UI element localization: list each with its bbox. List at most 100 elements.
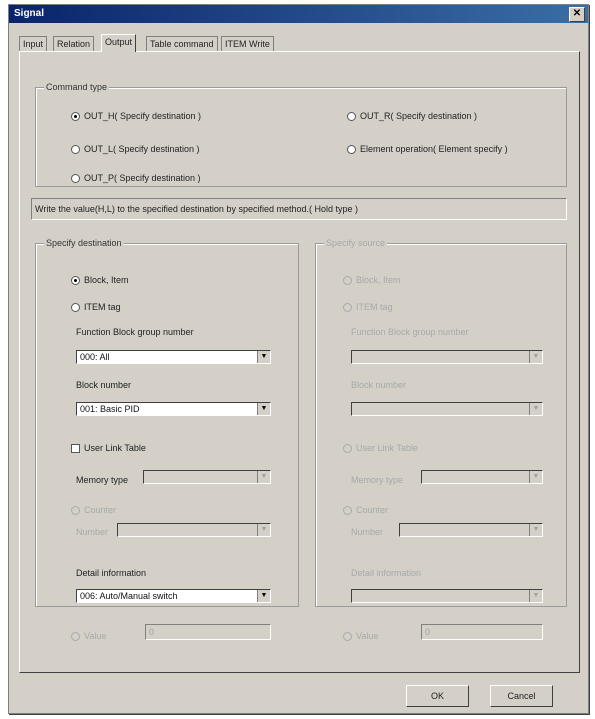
block-number-label: Block number [76, 380, 132, 390]
radio-icon [71, 174, 80, 184]
src-number-select[interactable]: ▼ [399, 523, 543, 537]
radio-item-tag[interactable]: ITEM tag [71, 302, 121, 313]
src-block-number-label: Block number [351, 380, 407, 390]
radio-out-r[interactable]: OUT_R( Specify destination ) [347, 111, 478, 122]
radio-selected-icon [71, 112, 80, 122]
specify-source-group: Specify source [315, 238, 567, 607]
detail-info-value: 006: Auto/Manual switch [80, 591, 178, 601]
specify-source-label: Specify source [324, 238, 388, 248]
radio-icon [343, 506, 352, 516]
radio-element-operation[interactable]: Element operation( Element specify ) [347, 144, 508, 155]
chevron-down-icon[interactable]: ▼ [529, 590, 542, 602]
radio-icon [71, 632, 80, 642]
radio-block-item[interactable]: Block, Item [71, 275, 129, 286]
checkbox-icon [71, 444, 80, 454]
src-detail-select[interactable]: ▼ [351, 589, 543, 603]
src-memory-type-label: Memory type [351, 475, 404, 485]
src-radio-counter[interactable]: Counter [343, 505, 389, 516]
command-type-label: Command type [44, 82, 110, 92]
chevron-down-icon[interactable]: ▼ [257, 403, 270, 415]
src-radio-value[interactable]: Value [343, 631, 379, 642]
chevron-down-icon[interactable]: ▼ [257, 471, 270, 483]
fb-group-label: Function Block group number [76, 327, 194, 337]
radio-icon [347, 112, 356, 122]
radio-out-l-label: OUT_L( Specify destination ) [84, 144, 200, 154]
src-value-label: Value [356, 631, 379, 641]
chevron-down-icon[interactable]: ▼ [529, 471, 542, 483]
tab-item-write[interactable]: ITEM Write [221, 36, 274, 51]
radio-out-h[interactable]: OUT_H( Specify destination ) [71, 111, 202, 122]
tab-relation[interactable]: Relation [53, 36, 95, 51]
radio-out-p[interactable]: OUT_P( Specify destination ) [71, 173, 201, 184]
src-memory-type-select[interactable]: ▼ [421, 470, 543, 484]
src-user-link-table-label: User Link Table [356, 443, 418, 453]
command-description-box: Write the value(H,L) to the specified de… [31, 198, 567, 220]
close-icon[interactable]: ✕ [569, 7, 585, 22]
chevron-down-icon[interactable]: ▼ [257, 524, 270, 536]
radio-counter[interactable]: Counter [71, 505, 117, 516]
block-number-value: 001: Basic PID [80, 404, 140, 414]
user-link-table-checkbox[interactable]: User Link Table [71, 443, 146, 454]
ok-button[interactable]: OK [406, 685, 469, 707]
src-counter-label: Counter [356, 505, 389, 515]
src-number-label: Number [351, 527, 384, 537]
radio-value-label: Value [84, 631, 107, 641]
src-block-number-select[interactable]: ▼ [351, 402, 543, 416]
chevron-down-icon[interactable]: ▼ [257, 590, 270, 602]
chevron-down-icon[interactable]: ▼ [529, 403, 542, 415]
radio-element-operation-label: Element operation( Element specify ) [360, 144, 508, 154]
fb-group-select[interactable]: 000: All ▼ [76, 350, 271, 364]
src-value-input[interactable]: 0 [421, 624, 543, 640]
src-radio-block-item[interactable]: Block, Item [343, 275, 401, 286]
radio-item-tag-label: ITEM tag [84, 302, 121, 312]
src-fb-group-select[interactable]: ▼ [351, 350, 543, 364]
chevron-down-icon[interactable]: ▼ [257, 351, 270, 363]
block-number-select[interactable]: 001: Basic PID ▼ [76, 402, 271, 416]
radio-icon [71, 145, 80, 155]
tab-table-command[interactable]: Table command [146, 36, 218, 51]
number-select[interactable]: ▼ [117, 523, 271, 537]
src-block-item-label: Block, Item [356, 275, 401, 285]
radio-icon [343, 632, 352, 642]
memory-type-select[interactable]: ▼ [143, 470, 271, 484]
radio-value[interactable]: Value [71, 631, 107, 642]
radio-icon [343, 444, 352, 454]
radio-counter-label: Counter [84, 505, 117, 515]
command-type-group: Command type [35, 82, 567, 187]
value-input-text: 0 [149, 627, 155, 637]
memory-type-label: Memory type [76, 475, 129, 485]
radio-out-p-label: OUT_P( Specify destination ) [84, 173, 201, 183]
signal-dialog: Signal ✕ Input Relation Output Table com… [8, 4, 589, 714]
command-description-text: Write the value(H,L) to the specified de… [35, 204, 358, 214]
radio-out-h-label: OUT_H( Specify destination ) [84, 111, 202, 121]
src-radio-user-link-table[interactable]: User Link Table [343, 443, 418, 454]
radio-icon [71, 506, 80, 516]
detail-info-select[interactable]: 006: Auto/Manual switch ▼ [76, 589, 271, 603]
radio-out-l[interactable]: OUT_L( Specify destination ) [71, 144, 200, 155]
tab-output[interactable]: Output [101, 34, 137, 52]
radio-out-r-label: OUT_R( Specify destination ) [360, 111, 478, 121]
radio-block-item-label: Block, Item [84, 275, 129, 285]
src-item-tag-label: ITEM tag [356, 302, 393, 312]
fb-group-value: 000: All [80, 352, 110, 362]
window-title: Signal [14, 8, 45, 19]
number-label: Number [76, 527, 109, 537]
chevron-down-icon[interactable]: ▼ [529, 524, 542, 536]
cancel-button[interactable]: Cancel [490, 685, 553, 707]
src-fb-group-label: Function Block group number [351, 327, 469, 337]
radio-icon [343, 276, 352, 286]
title-bar: Signal ✕ [9, 5, 588, 23]
tab-input[interactable]: Input [19, 36, 48, 51]
detail-info-label: Detail information [76, 568, 147, 578]
src-value-input-text: 0 [425, 627, 431, 637]
value-input[interactable]: 0 [145, 624, 271, 640]
user-link-table-label: User Link Table [84, 443, 146, 453]
radio-icon [71, 303, 80, 313]
specify-destination-label: Specify destination [44, 238, 124, 248]
chevron-down-icon[interactable]: ▼ [529, 351, 542, 363]
radio-selected-icon [71, 276, 80, 286]
specify-destination-group: Specify destination [35, 238, 299, 607]
radio-icon [343, 303, 352, 313]
src-detail-label: Detail information [351, 568, 422, 578]
src-radio-item-tag[interactable]: ITEM tag [343, 302, 393, 313]
